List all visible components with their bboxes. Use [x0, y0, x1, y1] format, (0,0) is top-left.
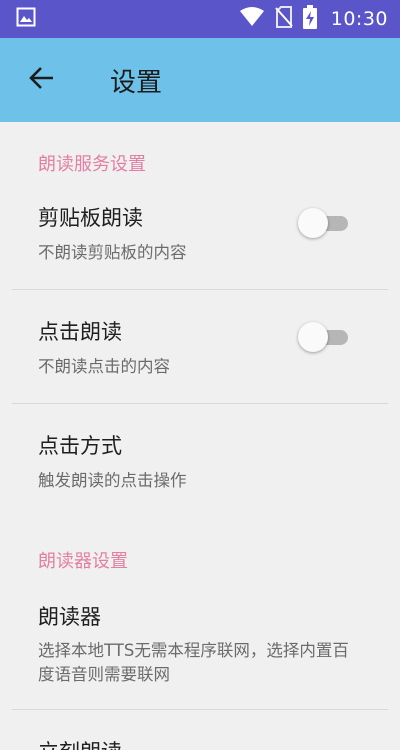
- arrow-left-icon: [29, 65, 55, 95]
- pref-summary: 触发朗读的点击操作: [38, 470, 187, 490]
- battery-charging-icon: [302, 5, 317, 33]
- pref-summary: 不朗读剪贴板的内容: [38, 243, 187, 262]
- pref-summary: 选择本地TTS无需本程序联网，选择内置百度语音则需要联网: [38, 640, 349, 684]
- pref-click-mode[interactable]: 点击方式 触发朗读的点击操作: [0, 404, 400, 517]
- page-title: 设置: [110, 67, 163, 98]
- section-header-tts-service: 朗读服务设置: [38, 154, 146, 175]
- section-header-reader: 朗读器设置: [38, 550, 128, 572]
- pref-read-immediately[interactable]: 立刻朗读: [0, 710, 400, 750]
- app-bar: 设置: [0, 38, 400, 122]
- switch-thumb: [298, 208, 328, 238]
- pref-click-read[interactable]: 点击朗读 不朗读点击的内容: [0, 290, 400, 403]
- status-time: 10:30: [330, 8, 388, 30]
- pref-title: 立刻朗读: [38, 736, 360, 750]
- clipboard-read-switch[interactable]: [298, 208, 350, 238]
- status-left: [16, 7, 36, 31]
- click-read-switch[interactable]: [298, 321, 350, 352]
- settings-list: 朗读服务设置 剪贴板朗读 不朗读剪贴板的内容 点击朗读 不朗读点击的内容 点击方…: [0, 122, 400, 750]
- pref-title: 点击方式: [38, 433, 122, 458]
- status-right: 10:30: [239, 5, 388, 33]
- status-bar: 10:30: [0, 0, 400, 38]
- no-sim-icon: [274, 6, 293, 32]
- pref-reader-engine[interactable]: 朗读器 选择本地TTS无需本程序联网，选择内置百度语音则需要联网: [0, 573, 400, 709]
- back-button[interactable]: [20, 58, 64, 102]
- image-icon: [16, 7, 36, 31]
- switch-thumb: [298, 321, 328, 352]
- pref-clipboard-read[interactable]: 剪贴板朗读 不朗读剪贴板的内容: [0, 176, 400, 289]
- wifi-icon: [239, 7, 265, 31]
- pref-summary: 不朗读点击的内容: [38, 356, 170, 376]
- pref-title: 朗读器: [38, 604, 101, 629]
